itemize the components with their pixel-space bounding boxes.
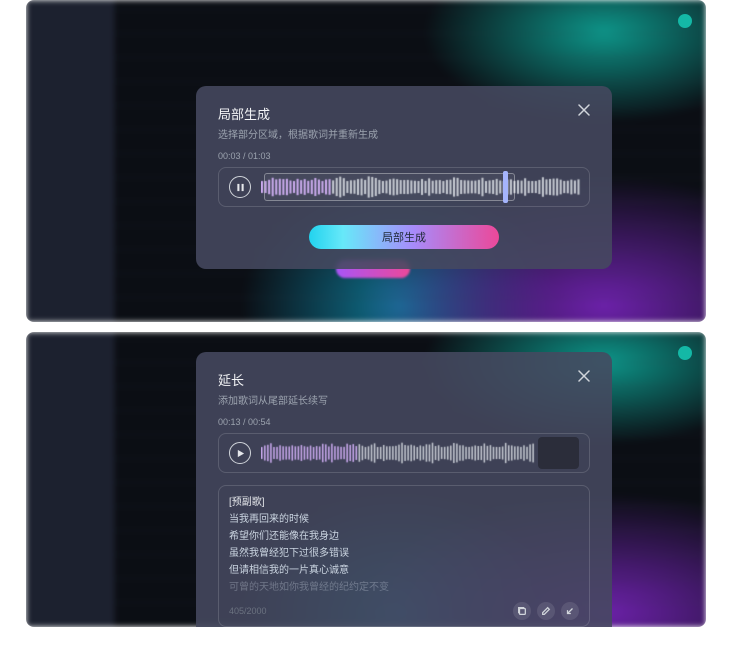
partial-generate-modal: 局部生成 选择部分区域，根据歌词并重新生成 00:03 / 01:03 局部生成 — [196, 86, 612, 269]
pause-button[interactable] — [229, 176, 251, 198]
selection-handle[interactable] — [503, 171, 508, 203]
modal-subtitle: 选择部分区域，根据歌词并重新生成 — [218, 126, 378, 141]
close-icon[interactable] — [578, 370, 590, 382]
audio-player — [218, 167, 590, 207]
waveform[interactable] — [261, 175, 579, 199]
avatar — [678, 346, 692, 360]
lyrics-box: [预副歌]当我再回来的时候希望你们还能像在我身边虽然我曾经犯下过很多错误但请相信… — [218, 485, 590, 627]
avatar — [678, 14, 692, 28]
lyrics-textarea[interactable]: [预副歌]当我再回来的时候希望你们还能像在我身边虽然我曾经犯下过很多错误但请相信… — [229, 494, 579, 596]
close-icon[interactable] — [578, 104, 590, 116]
screenshot-extend: 延长 添加歌词从尾部延长续写 00:13 / 00:54 [预副歌]当我再回来的… — [26, 332, 706, 627]
edit-icon[interactable] — [537, 602, 555, 620]
extension-region[interactable] — [538, 437, 579, 469]
screenshot-partial-generate: 局部生成 选择部分区域，根据歌词并重新生成 00:03 / 01:03 局部生成 — [26, 0, 706, 322]
selection-region[interactable] — [264, 173, 515, 201]
playback-time: 00:03 / 01:03 — [218, 151, 590, 161]
expand-icon[interactable] — [561, 602, 579, 620]
partial-generate-button[interactable]: 局部生成 — [309, 225, 499, 249]
copy-icon[interactable] — [513, 602, 531, 620]
modal-title: 延长 — [218, 370, 328, 389]
modal-subtitle: 添加歌词从尾部延长续写 — [218, 392, 328, 407]
play-button[interactable] — [229, 442, 251, 464]
waveform[interactable] — [261, 441, 579, 465]
lyrics-tools — [513, 602, 579, 620]
extend-modal: 延长 添加歌词从尾部延长续写 00:13 / 00:54 [预副歌]当我再回来的… — [196, 352, 612, 627]
char-counter: 405/2000 — [229, 606, 267, 616]
modal-title: 局部生成 — [218, 104, 378, 123]
audio-player — [218, 433, 590, 473]
playback-time: 00:13 / 00:54 — [218, 417, 590, 427]
